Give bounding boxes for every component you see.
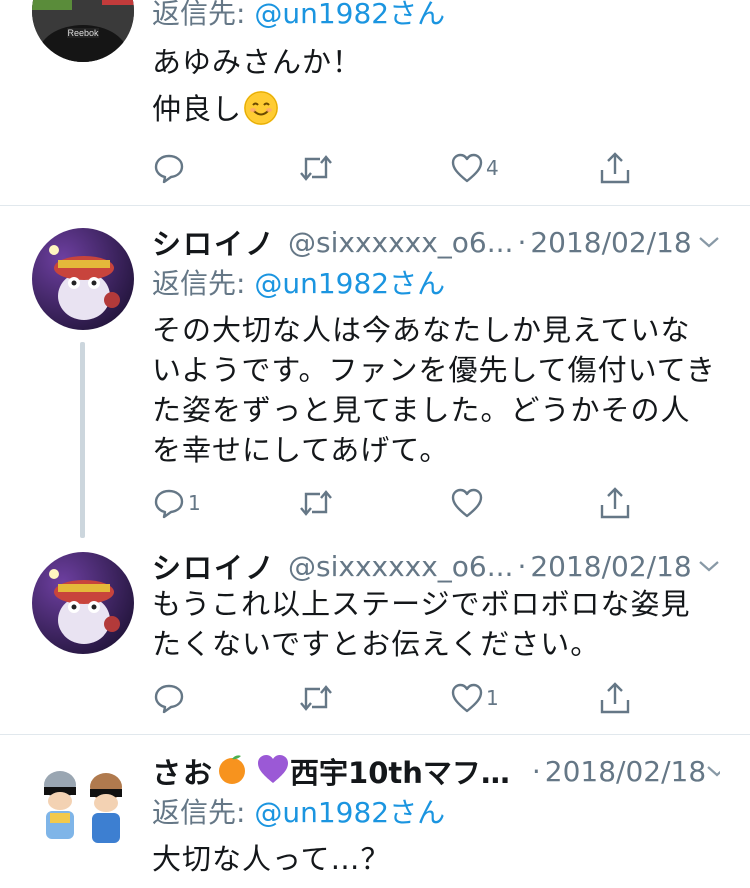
purple-heart-emoji-icon bbox=[256, 753, 290, 789]
reply-icon bbox=[154, 684, 184, 714]
tweet-header: シロイノ @sixxxxxx_o6... · 2018/02/18 bbox=[152, 220, 720, 264]
tweet-actions: 1 bbox=[152, 678, 632, 718]
reply-count: 1 bbox=[188, 491, 201, 515]
separator-dot: · bbox=[517, 549, 527, 583]
like-button[interactable]: 4 bbox=[450, 148, 499, 188]
tweet-1[interactable]: Reebok 返信先: @un1982さん あゆみさんか！ 仲良し 4 bbox=[0, 0, 750, 205]
share-icon bbox=[600, 682, 630, 714]
reply-button[interactable] bbox=[152, 678, 186, 718]
display-name-suffix[interactable]: 西宇10thマフ… bbox=[290, 750, 510, 792]
reply-to: 返信先: @un1982さん bbox=[152, 793, 445, 833]
avatar[interactable] bbox=[32, 228, 134, 330]
tweet-text-line: た姿をずっと見てました。どうかその人 bbox=[152, 393, 691, 427]
timestamp[interactable]: 2018/02/18 bbox=[530, 226, 691, 259]
share-icon bbox=[600, 152, 630, 184]
display-name[interactable]: シロイノ bbox=[152, 545, 276, 587]
separator-dot: · bbox=[531, 754, 541, 788]
chevron-down-icon[interactable] bbox=[706, 759, 720, 784]
retweet-button[interactable] bbox=[298, 678, 334, 718]
share-button[interactable] bbox=[598, 678, 632, 718]
tweet-3[interactable]: シロイノ @sixxxxxx_o6... · 2018/02/18 もうこれ以上… bbox=[0, 540, 750, 732]
timestamp[interactable]: 2018/02/18 bbox=[530, 550, 691, 583]
display-name[interactable]: さお bbox=[152, 750, 214, 792]
tweet-text-line: あゆみさんか！ bbox=[152, 45, 363, 79]
tweet-text: その大切な人は今あなたしか見えていな いようです。ファンを優先して傷付いてき た… bbox=[152, 310, 722, 470]
reply-to-label: 返信先: bbox=[152, 0, 255, 30]
like-count: 1 bbox=[486, 686, 499, 710]
tweet-text-line: その大切な人は今あなたしか見えていな bbox=[152, 313, 691, 347]
avatar[interactable]: Reebok bbox=[32, 0, 134, 62]
reply-to: 返信先: @un1982さん bbox=[152, 0, 445, 34]
avatar[interactable] bbox=[32, 757, 134, 859]
like-count: 4 bbox=[486, 156, 499, 180]
tweet-4[interactable]: さお 西宇10thマフ… · 2018/02/18 返信先: @un1982さん… bbox=[0, 735, 750, 888]
reply-mention-link[interactable]: @un1982さん bbox=[254, 796, 445, 829]
share-button[interactable] bbox=[598, 483, 632, 523]
tweet-text-line: 大切な人って…？ bbox=[152, 842, 391, 876]
tweet-actions: 1 bbox=[152, 483, 632, 523]
avatar-image bbox=[32, 552, 134, 654]
heart-icon bbox=[451, 153, 483, 183]
tweet-text-line: たくないですとお伝えください。 bbox=[152, 627, 601, 661]
tweet-text-line: もうこれ以上ステージでボロボロな姿見 bbox=[152, 587, 691, 621]
tweet-text-line: を幸せにしてあげて。 bbox=[152, 433, 450, 467]
avatar-image bbox=[32, 757, 134, 859]
retweet-icon bbox=[300, 490, 332, 516]
reply-to-label: 返信先: bbox=[152, 267, 255, 300]
retweet-button[interactable] bbox=[298, 148, 334, 188]
tweet-text: あゆみさんか！ 仲良し bbox=[152, 40, 722, 133]
tweet-header: シロイノ @sixxxxxx_o6... · 2018/02/18 bbox=[152, 544, 720, 588]
tweet-text: 大切な人って…？ bbox=[152, 839, 722, 879]
username[interactable]: @sixxxxxx_o6... bbox=[288, 550, 513, 583]
svg-text:Reebok: Reebok bbox=[67, 28, 99, 38]
share-icon bbox=[600, 487, 630, 519]
tweet-text: もうこれ以上ステージでボロボロな姿見 たくないですとお伝えください。 bbox=[152, 584, 722, 664]
tweet-2[interactable]: シロイノ @sixxxxxx_o6... · 2018/02/18 返信先: @… bbox=[0, 206, 750, 538]
reply-mention-link[interactable]: @un1982さん bbox=[254, 267, 445, 300]
tweet-text-span: 仲良し bbox=[152, 92, 243, 126]
tweet-text-line: 仲良し bbox=[152, 85, 722, 133]
separator-dot: · bbox=[517, 225, 527, 259]
tweet-text-line: いようです。ファンを優先して傷付いてき bbox=[152, 353, 716, 387]
like-button[interactable] bbox=[450, 483, 484, 523]
reply-to-label: 返信先: bbox=[152, 796, 255, 829]
retweet-icon bbox=[300, 685, 332, 711]
like-button[interactable]: 1 bbox=[450, 678, 499, 718]
thread-line bbox=[80, 342, 85, 538]
reply-mention-link[interactable]: @un1982さん bbox=[254, 0, 445, 30]
chevron-down-icon[interactable] bbox=[698, 230, 720, 255]
avatar-image: Reebok bbox=[32, 0, 134, 62]
tangerine-emoji-icon bbox=[216, 753, 248, 789]
heart-icon bbox=[451, 488, 483, 518]
avatar-image bbox=[32, 228, 134, 330]
smile-emoji-icon bbox=[244, 91, 279, 125]
retweet-icon bbox=[300, 155, 332, 181]
heart-icon bbox=[451, 683, 483, 713]
reply-icon bbox=[154, 154, 184, 184]
reply-button[interactable]: 1 bbox=[152, 483, 201, 523]
username[interactable]: @sixxxxxx_o6... bbox=[288, 226, 513, 259]
display-name[interactable]: シロイノ bbox=[152, 221, 276, 263]
reply-to: 返信先: @un1982さん bbox=[152, 264, 445, 304]
tweet-header: さお 西宇10thマフ… · 2018/02/18 bbox=[152, 749, 720, 793]
share-button[interactable] bbox=[598, 148, 632, 188]
reply-icon bbox=[154, 489, 184, 519]
reply-button[interactable] bbox=[152, 148, 186, 188]
avatar[interactable] bbox=[32, 552, 134, 654]
retweet-button[interactable] bbox=[298, 483, 334, 523]
chevron-down-icon[interactable] bbox=[698, 554, 720, 579]
timestamp[interactable]: 2018/02/18 bbox=[545, 755, 706, 788]
tweet-actions: 4 bbox=[152, 148, 632, 188]
